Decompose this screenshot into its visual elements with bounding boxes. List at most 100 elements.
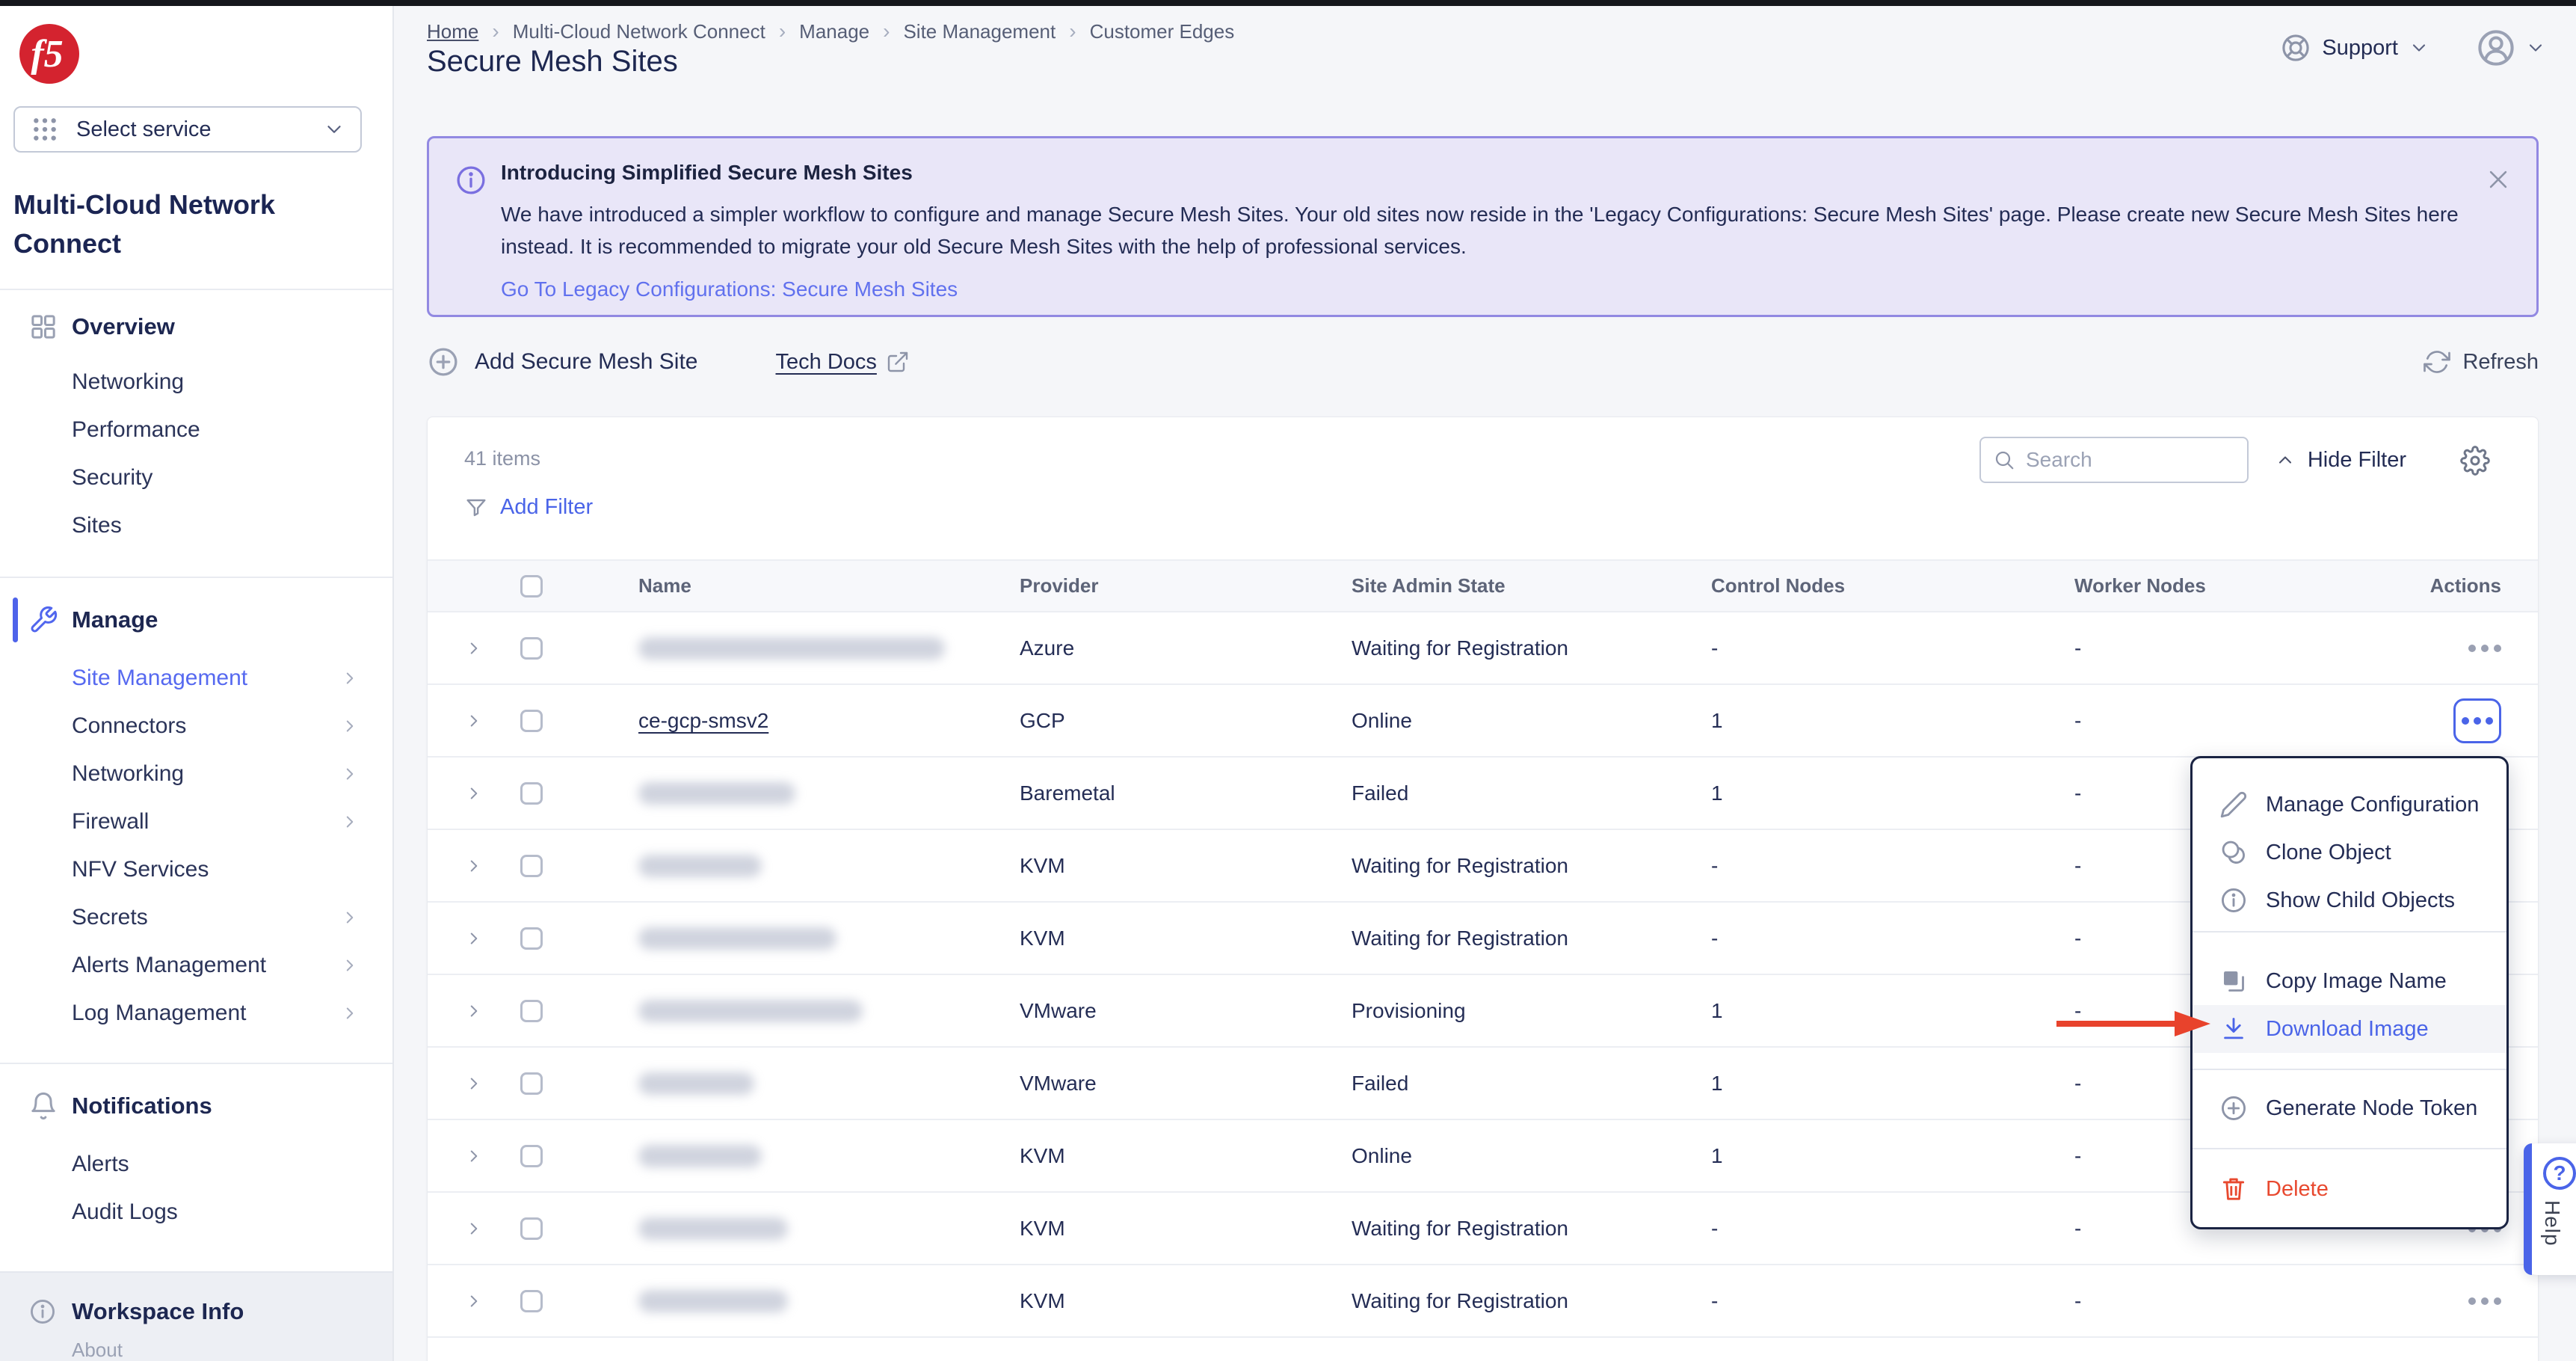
column-header-name: Name [638,574,1020,597]
row-checkbox[interactable] [520,1290,543,1312]
sidebar-item-firewall[interactable]: Firewall [0,798,392,846]
close-icon[interactable] [2486,167,2511,192]
hide-filter-toggle[interactable]: Hide Filter [2275,437,2406,483]
cell-site-admin-state: Waiting for Registration [1352,636,1711,660]
menu-item-copy-image-name[interactable]: Copy Image Name [2193,957,2506,1005]
cell-control-nodes: - [1711,854,2074,878]
sidebar-item-secrets[interactable]: Secrets [0,894,392,941]
menu-item-delete[interactable]: Delete [2193,1165,2506,1213]
workspace-title: Multi-Cloud Network Connect [13,185,369,263]
row-expand-icon[interactable] [464,1146,484,1166]
sidebar-item-workspace-info[interactable]: Workspace Info [0,1285,392,1339]
row-checkbox[interactable] [520,1145,543,1167]
row-expand-icon[interactable] [464,1074,484,1093]
redacted-site-name [638,1217,788,1240]
row-expand-icon[interactable] [464,1001,484,1021]
sidebar-item-sites[interactable]: Sites [0,502,392,550]
row-expand-icon[interactable] [464,856,484,876]
row-expand-icon[interactable] [464,1291,484,1311]
row-expand-icon[interactable] [464,711,484,731]
cell-actions [2468,645,2538,652]
banner-title: Introducing Simplified Secure Mesh Sites [501,161,2465,185]
menu-divider [2193,931,2506,933]
header-actions: Support [2280,24,2546,72]
question-circle-icon: ? [2543,1157,2576,1190]
row-checkbox[interactable] [520,855,543,877]
site-name-link[interactable]: ce-gcp-smsv2 [638,709,768,732]
breadcrumb-item-home[interactable]: Home [427,20,478,43]
sidebar-footer: Workspace Info About [0,1271,392,1361]
tech-docs-link[interactable]: Tech Docs [776,350,910,375]
menu-divider [2193,1069,2506,1070]
support-menu[interactable]: Support [2280,32,2429,64]
cell-site-admin-state: Waiting for Registration [1352,854,1711,878]
add-filter-button[interactable]: Add Filter [464,495,593,520]
row-actions-button[interactable] [2468,645,2501,652]
info-icon [28,1297,57,1326]
sidebar-item-log-management[interactable]: Log Management [0,989,392,1037]
cell-control-nodes: - [1711,636,2074,660]
row-checkbox[interactable] [520,1217,543,1240]
row-checkbox[interactable] [520,782,543,805]
top-window-strip [0,0,2576,6]
sidebar-item-security[interactable]: Security [0,454,392,502]
funnel-icon [464,496,488,520]
menu-item-label: Generate Node Token [2266,1096,2477,1121]
menu-item-download-image[interactable]: Download Image [2193,1005,2506,1053]
sidebar-item-alerts[interactable]: Alerts [0,1140,392,1188]
row-expand-icon[interactable] [464,929,484,948]
refresh-button[interactable]: Refresh [2424,348,2539,375]
breadcrumb-item-site-management[interactable]: Site Management [903,20,1056,43]
sidebar-item-networking[interactable]: Networking [0,358,392,406]
sidebar-item-alerts-management[interactable]: Alerts Management [0,941,392,989]
cell-name [638,1072,1020,1095]
menu-item-generate-node-token[interactable]: Generate Node Token [2193,1084,2506,1132]
sidebar-item-overview[interactable]: Overview [0,300,392,354]
account-menu[interactable] [2476,28,2546,68]
help-tab[interactable]: ? Help [2524,1143,2576,1275]
sidebar-item-networking[interactable]: Networking [0,750,392,798]
add-filter-label: Add Filter [500,495,593,520]
sidebar-section-notifications: Notifications AlertsAudit Logs [0,1064,392,1259]
sidebar-item-nfv-services[interactable]: NFV Services [0,846,392,894]
menu-item-show-child-objects[interactable]: Show Child Objects [2193,876,2506,924]
cell-provider: KVM [1020,1289,1352,1313]
breadcrumb-item-multi-cloud-network-connect[interactable]: Multi-Cloud Network Connect [513,20,765,43]
cell-control-nodes: - [1711,1289,2074,1313]
sidebar-item-label: Firewall [72,809,149,835]
sidebar-item-notifications[interactable]: Notifications [0,1079,392,1133]
gear-icon[interactable] [2460,446,2490,476]
row-expand-icon[interactable] [464,784,484,803]
support-label: Support [2322,36,2398,61]
sidebar-item-label: NFV Services [72,857,209,882]
pencil-icon [2219,790,2248,819]
row-checkbox[interactable] [520,927,543,950]
cell-site-admin-state: Failed [1352,781,1711,805]
sidebar-item-performance[interactable]: Performance [0,406,392,454]
add-secure-mesh-site-button[interactable]: Add Secure Mesh Site [427,345,698,378]
sidebar-item-connectors[interactable]: Connectors [0,702,392,750]
legacy-configurations-link[interactable]: Go To Legacy Configurations: Secure Mesh… [501,277,958,301]
sidebar-item-site-management[interactable]: Site Management [0,654,392,702]
row-checkbox[interactable] [520,637,543,660]
search-input[interactable] [2026,448,2235,472]
row-checkbox[interactable] [520,710,543,732]
row-checkbox[interactable] [520,1000,543,1022]
breadcrumb-item-manage[interactable]: Manage [799,20,869,43]
select-service-dropdown[interactable]: Select service [13,106,362,153]
sidebar-item-audit-logs[interactable]: Audit Logs [0,1188,392,1236]
row-checkbox[interactable] [520,1072,543,1095]
sidebar-item-manage[interactable]: Manage [0,593,392,647]
row-expand-icon[interactable] [464,1219,484,1238]
select-all-checkbox[interactable] [520,575,543,597]
row-expand-icon[interactable] [464,639,484,658]
table-row: AzureWaiting for Registration-- [428,612,2538,685]
row-actions-button[interactable] [2468,1297,2501,1305]
chevron-right-icon [340,1004,360,1023]
sidebar-item-about[interactable]: About [0,1339,392,1361]
breadcrumb-separator: › [779,19,786,43]
menu-item-manage-configuration[interactable]: Manage Configuration [2193,781,2506,829]
row-actions-button-active[interactable] [2453,698,2501,743]
redacted-site-name [638,1290,788,1312]
menu-item-clone-object[interactable]: Clone Object [2193,829,2506,876]
